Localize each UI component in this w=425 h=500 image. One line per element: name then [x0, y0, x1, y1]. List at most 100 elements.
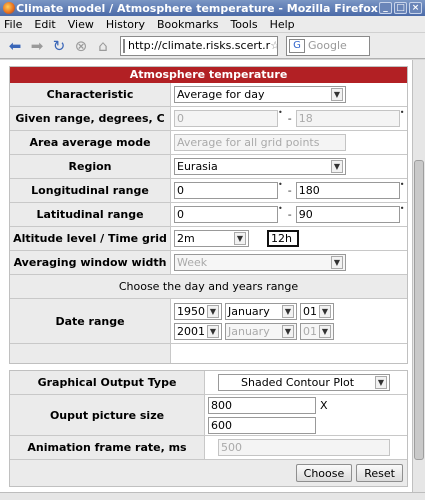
search-box[interactable]: G Google: [286, 35, 370, 56]
altitude-label: Altitude level / Time grid: [10, 227, 171, 250]
chevron-down-icon: ▼: [331, 88, 343, 101]
menu-file[interactable]: File: [4, 18, 22, 31]
longitudinal-from-input[interactable]: 0: [174, 182, 278, 199]
url-text: http://climate.risks.scert.r: [128, 39, 271, 52]
graph-type-row: Graphical Output Type Shaded Contour Plo…: [10, 371, 407, 395]
area-average-row: Area average mode Average for all grid p…: [10, 131, 407, 155]
region-label: Region: [10, 155, 171, 178]
frame-rate-input[interactable]: 500: [218, 439, 390, 456]
characteristic-label: Characteristic: [10, 83, 171, 106]
firefox-icon: [3, 2, 15, 14]
altitude-level-value: 2m: [177, 232, 195, 245]
chevron-down-icon: ▼: [375, 376, 387, 389]
chevron-down-icon: ▼: [282, 324, 294, 338]
given-range-to-input[interactable]: 18: [295, 110, 400, 127]
home-icon[interactable]: ⌂: [94, 37, 112, 55]
start-day-select[interactable]: 01 ▼: [300, 302, 334, 320]
site-favicon-icon: [123, 38, 125, 53]
region-row: Region Eurasia ▼: [10, 155, 407, 179]
given-range-row: Given range, degrees, C 0 • - 18 •: [10, 107, 407, 131]
frame-rate-row: Animation frame rate, ms 500: [10, 436, 407, 460]
latitudinal-to-input[interactable]: 90: [295, 206, 400, 223]
picture-height-input[interactable]: 600: [208, 416, 316, 434]
bookmark-star-icon[interactable]: ☆: [270, 39, 277, 52]
navigation-toolbar: ⬅ ➡ ↻ ⊗ ⌂ http://climate.risks.scert.r ☆…: [0, 33, 425, 59]
maximize-button[interactable]: □: [394, 2, 407, 14]
window-title: Climate model / Atmosphere temperature -…: [16, 1, 378, 15]
region-value: Eurasia: [177, 160, 218, 173]
google-search-engine-icon[interactable]: G: [289, 38, 305, 53]
menu-bookmarks[interactable]: Bookmarks: [157, 18, 218, 31]
back-arrow-icon[interactable]: ⬅: [6, 37, 24, 55]
given-range-label: Given range, degrees, C: [10, 107, 171, 130]
empty-row: [10, 344, 407, 363]
latitudinal-label: Latitudinal range: [10, 203, 171, 226]
close-button[interactable]: ×: [409, 2, 422, 14]
menu-help[interactable]: Help: [270, 18, 295, 31]
averaging-label: Averaging window width: [10, 251, 171, 274]
picture-size-label: Ouput picture size: [10, 395, 205, 435]
menu-tools[interactable]: Tools: [230, 18, 257, 31]
reset-button[interactable]: Reset: [356, 464, 403, 482]
status-bar: [0, 492, 425, 500]
size-x-label: X: [320, 398, 328, 412]
url-bar[interactable]: http://climate.risks.scert.r ☆ ▾: [120, 35, 278, 56]
time-grid-field[interactable]: 12h: [267, 230, 299, 247]
chevron-down-icon: ▼: [207, 324, 219, 338]
output-settings-panel: Graphical Output Type Shaded Contour Plo…: [9, 370, 408, 487]
search-placeholder: Google: [308, 39, 347, 52]
chevron-down-icon: ▼: [319, 304, 331, 318]
panel-title: Atmosphere temperature: [10, 67, 407, 83]
menu-history[interactable]: History: [106, 18, 145, 31]
chevron-down-icon: ▼: [282, 304, 294, 318]
chevron-down-icon: ▼: [234, 232, 246, 245]
longitudinal-to-input[interactable]: 180: [295, 182, 400, 199]
averaging-window-select[interactable]: Week ▼: [174, 254, 346, 271]
end-day-select[interactable]: 01 ▼: [300, 322, 334, 340]
graph-type-value: Shaded Contour Plot: [241, 376, 355, 389]
reload-icon[interactable]: ↻: [50, 37, 68, 55]
scrollbar-thumb[interactable]: [414, 160, 424, 460]
graph-type-select[interactable]: Shaded Contour Plot ▼: [218, 374, 390, 391]
frame-rate-label: Animation frame rate, ms: [10, 436, 205, 459]
characteristic-select[interactable]: Average for day ▼: [174, 86, 346, 103]
longitudinal-label: Longitudinal range: [10, 179, 171, 202]
averaging-value: Week: [177, 256, 208, 269]
chevron-down-icon: ▼: [331, 160, 343, 173]
window-titlebar: Climate model / Atmosphere temperature -…: [0, 0, 425, 16]
averaging-row: Averaging window width Week ▼: [10, 251, 407, 275]
graph-type-label: Graphical Output Type: [10, 371, 205, 394]
page-viewport: Atmosphere temperature Characteristic Av…: [0, 60, 412, 492]
date-range-label: Date range: [10, 299, 171, 343]
picture-width-input[interactable]: 800: [208, 396, 316, 414]
characteristic-value: Average for day: [177, 88, 265, 101]
minimize-button[interactable]: _: [379, 2, 392, 14]
latitudinal-from-input[interactable]: 0: [174, 206, 278, 223]
forward-arrow-icon[interactable]: ➡: [28, 37, 46, 55]
atmosphere-form-panel: Atmosphere temperature Characteristic Av…: [9, 66, 408, 364]
menu-view[interactable]: View: [68, 18, 94, 31]
picture-size-row: Ouput picture size 800 X 600: [10, 395, 407, 436]
area-average-input[interactable]: Average for all grid points: [174, 134, 346, 151]
chevron-down-icon: ▼: [319, 324, 331, 338]
altitude-level-select[interactable]: 2m ▼: [174, 230, 249, 247]
start-year-select[interactable]: 1950 ▼: [174, 302, 222, 320]
end-year-select[interactable]: 2001 ▼: [174, 322, 222, 340]
menu-edit[interactable]: Edit: [34, 18, 55, 31]
latitudinal-row: Latitudinal range 0 • - 90 •: [10, 203, 407, 227]
characteristic-row: Characteristic Average for day ▼: [10, 83, 407, 107]
form-actions: Choose Reset: [10, 460, 407, 486]
end-month-select[interactable]: January ▼: [225, 322, 297, 340]
choose-button[interactable]: Choose: [295, 464, 353, 482]
page-scrollbar[interactable]: [412, 60, 425, 492]
region-select[interactable]: Eurasia ▼: [174, 158, 346, 175]
start-month-select[interactable]: January ▼: [225, 302, 297, 320]
given-range-from-input[interactable]: 0: [174, 110, 278, 127]
area-average-label: Area average mode: [10, 131, 171, 154]
longitudinal-row: Longitudinal range 0 • - 180 •: [10, 179, 407, 203]
altitude-row: Altitude level / Time grid 2m ▼ 12h: [10, 227, 407, 251]
date-section-header: Choose the day and years range: [10, 275, 407, 299]
stop-icon[interactable]: ⊗: [72, 37, 90, 55]
date-section-title: Choose the day and years range: [118, 280, 299, 293]
chevron-down-icon: ▼: [207, 304, 219, 318]
